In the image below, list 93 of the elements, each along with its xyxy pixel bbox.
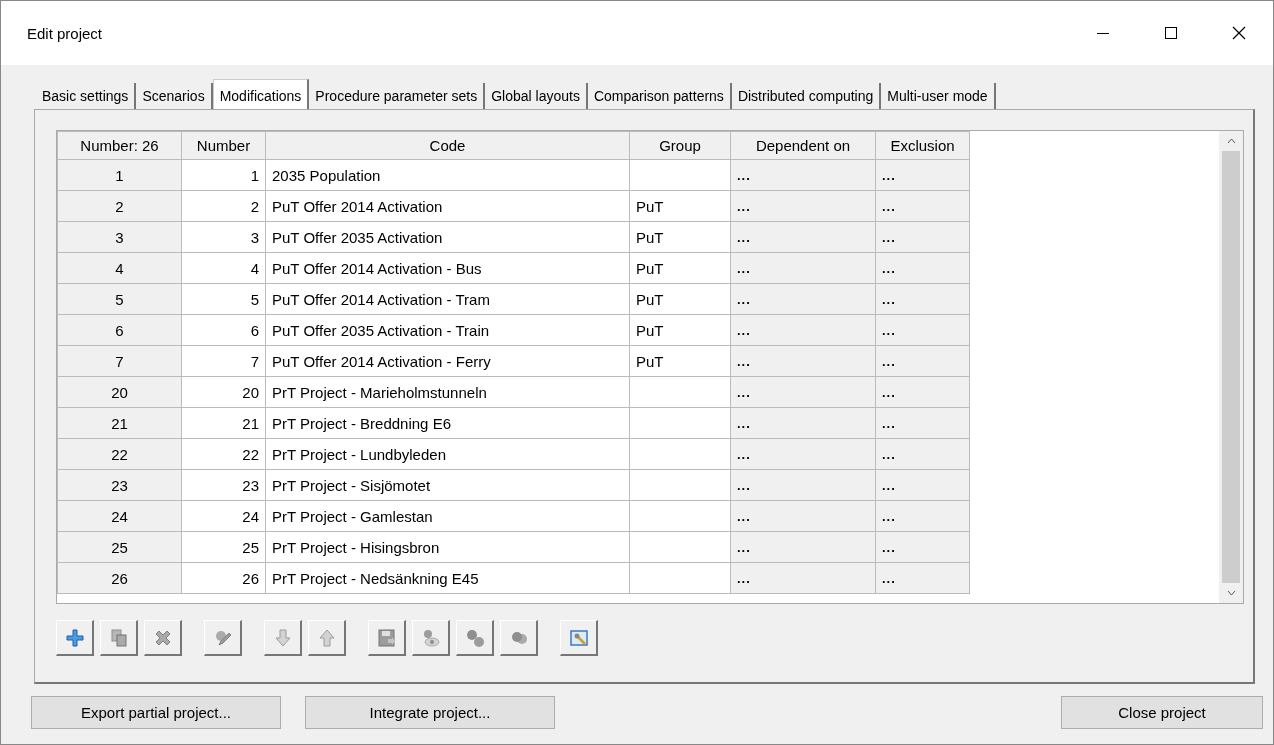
table-cell: PrT Project - Hisingsbron	[265, 531, 630, 563]
copy-icon	[108, 627, 129, 648]
table-cell: 6	[181, 314, 266, 346]
table-cell: PuT Offer 2014 Activation - Bus	[265, 252, 630, 284]
ellipsis-button[interactable]: ...	[875, 283, 970, 315]
row-header[interactable]: 7	[57, 345, 182, 377]
ellipsis-button[interactable]: ...	[875, 500, 970, 532]
ellipsis-button[interactable]: ...	[875, 221, 970, 253]
table-cell: PuT Offer 2035 Activation - Train	[265, 314, 630, 346]
ellipsis-button[interactable]: ...	[730, 531, 876, 563]
ellipsis-button[interactable]: ...	[875, 345, 970, 377]
row-header[interactable]: 26	[57, 562, 182, 594]
action-button[interactable]: Integrate project...	[305, 696, 555, 729]
table-cell: 26	[181, 562, 266, 594]
ellipsis-button[interactable]: ...	[730, 345, 876, 377]
ellipsis-button[interactable]: ...	[875, 252, 970, 284]
table-cell: 2	[181, 190, 266, 222]
add-button[interactable]	[56, 620, 94, 656]
row-header[interactable]: 1	[57, 159, 182, 191]
ellipsis-button[interactable]: ...	[875, 407, 970, 439]
ellipsis-button[interactable]: ...	[875, 190, 970, 222]
table-cell: PrT Project - Marieholmstunneln	[265, 376, 630, 408]
table-cell: PuT	[629, 283, 731, 315]
ellipsis-button[interactable]: ...	[730, 283, 876, 315]
column-header[interactable]: Exclusion	[875, 131, 970, 160]
table-cell: PrT Project - Breddning E6	[265, 407, 630, 439]
table-cell: 23	[181, 469, 266, 501]
ellipsis-button[interactable]: ...	[730, 190, 876, 222]
table-cell: 1	[181, 159, 266, 191]
table-cell: PrT Project - Nedsänkning E45	[265, 562, 630, 594]
window-icon	[568, 627, 589, 648]
ellipsis-button[interactable]: ...	[730, 438, 876, 470]
ellipsis-button[interactable]: ...	[730, 500, 876, 532]
row-header[interactable]: 25	[57, 531, 182, 563]
table-cell: 20	[181, 376, 266, 408]
row-header[interactable]: 20	[57, 376, 182, 408]
ellipsis-button[interactable]: ...	[875, 531, 970, 563]
table-cell: PuT	[629, 345, 731, 377]
column-header[interactable]: Dependent on	[730, 131, 876, 160]
ellipsis-button[interactable]: ...	[730, 159, 876, 191]
row-header[interactable]: 24	[57, 500, 182, 532]
row-header[interactable]: 3	[57, 221, 182, 253]
ellipsis-button[interactable]: ...	[730, 562, 876, 594]
ellipsis-button[interactable]: ...	[730, 407, 876, 439]
column-header[interactable]: Number: 26	[57, 131, 182, 160]
row-header[interactable]: 22	[57, 438, 182, 470]
ellipsis-button[interactable]: ...	[730, 314, 876, 346]
table-cell: 24	[181, 500, 266, 532]
ellipsis-button[interactable]: ...	[875, 314, 970, 346]
table-cell: PrT Project - Sisjömotet	[265, 469, 630, 501]
window-title: Edit project	[27, 24, 103, 42]
ellipsis-button[interactable]: ...	[875, 376, 970, 408]
row-header[interactable]: 21	[57, 407, 182, 439]
table-cell: PuT	[629, 314, 731, 346]
table-cell: 7	[181, 345, 266, 377]
ellipsis-button[interactable]: ...	[875, 562, 970, 594]
table-cell: 2035 Population	[265, 159, 630, 191]
table-cell: PuT Offer 2014 Activation - Ferry	[265, 345, 630, 377]
ellipsis-button[interactable]: ...	[730, 221, 876, 253]
ellipsis-button[interactable]: ...	[875, 469, 970, 501]
column-header[interactable]: Group	[629, 131, 731, 160]
row-header[interactable]: 23	[57, 469, 182, 501]
table-cell: PuT Offer 2014 Activation - Tram	[265, 283, 630, 315]
close-project-button[interactable]: Close project	[1061, 696, 1263, 729]
table-cell: 21	[181, 407, 266, 439]
table-cell: PrT Project - Lundbyleden	[265, 438, 630, 470]
ellipsis-button[interactable]: ...	[875, 159, 970, 191]
row-header[interactable]: 5	[57, 283, 182, 315]
circles-icon	[464, 627, 485, 648]
column-header[interactable]: Number	[181, 131, 266, 160]
table-cell: 5	[181, 283, 266, 315]
table-cell: PuT	[629, 252, 731, 284]
row-header[interactable]: 6	[57, 314, 182, 346]
table-cell: 22	[181, 438, 266, 470]
settings-button[interactable]	[560, 620, 598, 656]
ellipsis-button[interactable]: ...	[730, 469, 876, 501]
plus-icon	[64, 627, 85, 648]
column-header[interactable]: Code	[265, 131, 630, 160]
table-cell: PuT Offer 2014 Activation	[265, 190, 630, 222]
ellipsis-button[interactable]: ...	[730, 252, 876, 284]
table-cell: 25	[181, 531, 266, 563]
table-cell: PuT	[629, 221, 731, 253]
table-cell: PuT	[629, 190, 731, 222]
tab[interactable]: Modifications	[212, 79, 310, 109]
table-cell: PuT Offer 2035 Activation	[265, 221, 630, 253]
table-cell: 4	[181, 252, 266, 284]
ellipsis-button[interactable]: ...	[730, 376, 876, 408]
action-button[interactable]: Export partial project...	[31, 696, 281, 729]
row-header[interactable]: 4	[57, 252, 182, 284]
table-cell: PrT Project - Gamlestan	[265, 500, 630, 532]
row-header[interactable]: 2	[57, 190, 182, 222]
ellipsis-button[interactable]: ...	[875, 438, 970, 470]
table-cell: 3	[181, 221, 266, 253]
